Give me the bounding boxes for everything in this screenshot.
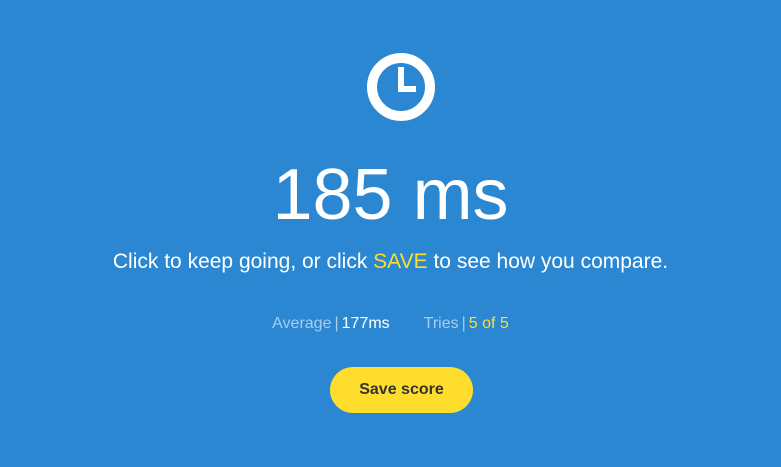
clock-icon xyxy=(367,53,435,121)
instruction-text-start: Click to keep going, or click xyxy=(112,250,374,273)
tries-separator: | xyxy=(461,315,466,332)
average-value: 177ms xyxy=(341,315,390,332)
average-stat: Average | 177ms xyxy=(272,313,390,335)
reaction-test-screen[interactable]: 185 ms Click to keep going, or click SAV… xyxy=(0,0,781,467)
save-score-button[interactable]: Save score xyxy=(330,367,473,413)
average-separator: | xyxy=(334,315,339,332)
tries-stat: Tries | 5 of 5 xyxy=(424,313,509,335)
tries-label: Tries xyxy=(423,315,459,332)
average-label: Average xyxy=(272,315,332,332)
save-highlight: SAVE xyxy=(373,250,428,273)
instruction-text-end: to see how you compare. xyxy=(427,250,669,273)
instruction-message: Click to keep going, or click SAVE to se… xyxy=(0,247,781,277)
stats-row: Average | 177ms Tries | 5 of 5 xyxy=(0,313,781,335)
tries-value: 5 of 5 xyxy=(468,315,509,332)
reaction-time-result: 185 ms xyxy=(272,155,509,235)
